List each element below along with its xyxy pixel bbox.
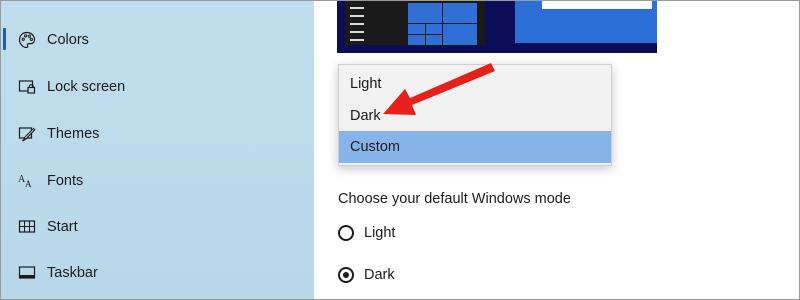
sidebar-item-label: Fonts <box>47 173 84 189</box>
sidebar: Colors Lock screen Themes A A Fonts Star… <box>1 1 314 299</box>
sidebar-item-label: Start <box>47 219 78 235</box>
dropdown-option-label: Custom <box>350 139 400 155</box>
sidebar-item-start[interactable]: Start <box>1 207 314 247</box>
preview-window-content <box>542 1 652 9</box>
radio-label: Dark <box>364 267 395 283</box>
sidebar-item-taskbar[interactable]: Taskbar <box>1 253 314 293</box>
sidebar-item-label: Lock screen <box>47 79 126 95</box>
colors-settings-panel: Light Dark Custom Choose your default Wi… <box>314 1 799 299</box>
preview-window <box>515 1 657 43</box>
windows-mode-heading: Choose your default Windows mode <box>338 191 571 207</box>
palette-icon <box>17 30 37 50</box>
sidebar-item-label: Colors <box>47 32 89 48</box>
dropdown-option-custom[interactable]: Custom <box>339 131 611 163</box>
lock-screen-icon <box>17 77 37 97</box>
windows-mode-light-radio[interactable]: Light <box>338 221 395 245</box>
svg-text:A: A <box>25 179 32 189</box>
sidebar-item-fonts[interactable]: A A Fonts <box>1 161 314 201</box>
sidebar-item-lock-screen[interactable]: Lock screen <box>1 67 314 107</box>
preview-menu-line <box>350 31 364 33</box>
sidebar-item-colors[interactable]: Colors <box>1 20 314 60</box>
radio-button[interactable] <box>338 267 354 283</box>
preview-menu-line <box>350 23 364 25</box>
preview-menu-line <box>350 7 364 9</box>
preview-start-menu <box>345 1 485 46</box>
fonts-icon: A A <box>17 171 37 191</box>
preview-menu-line <box>350 39 364 41</box>
dropdown-option-label: Light <box>350 76 382 92</box>
settings-window: Colors Lock screen Themes A A Fonts Star… <box>0 0 800 300</box>
windows-mode-dark-radio[interactable]: Dark <box>338 263 395 287</box>
preview-tile <box>407 2 443 24</box>
preview-tile <box>442 23 478 46</box>
sidebar-item-themes[interactable]: Themes <box>1 114 314 154</box>
theme-preview <box>337 1 657 53</box>
taskbar-icon <box>17 263 37 283</box>
color-mode-dropdown[interactable]: Light Dark Custom <box>338 64 612 166</box>
sidebar-item-label: Taskbar <box>47 265 98 281</box>
start-icon <box>17 217 37 237</box>
themes-icon <box>17 124 37 144</box>
preview-tile <box>407 34 426 46</box>
preview-tile <box>442 2 478 24</box>
sidebar-item-label: Themes <box>47 126 100 142</box>
radio-label: Light <box>364 225 396 241</box>
dropdown-option-dark[interactable]: Dark <box>339 100 611 132</box>
preview-menu-line <box>350 15 364 17</box>
radio-button[interactable] <box>338 225 354 241</box>
dropdown-option-light[interactable]: Light <box>339 68 611 100</box>
dropdown-option-label: Dark <box>350 108 381 124</box>
